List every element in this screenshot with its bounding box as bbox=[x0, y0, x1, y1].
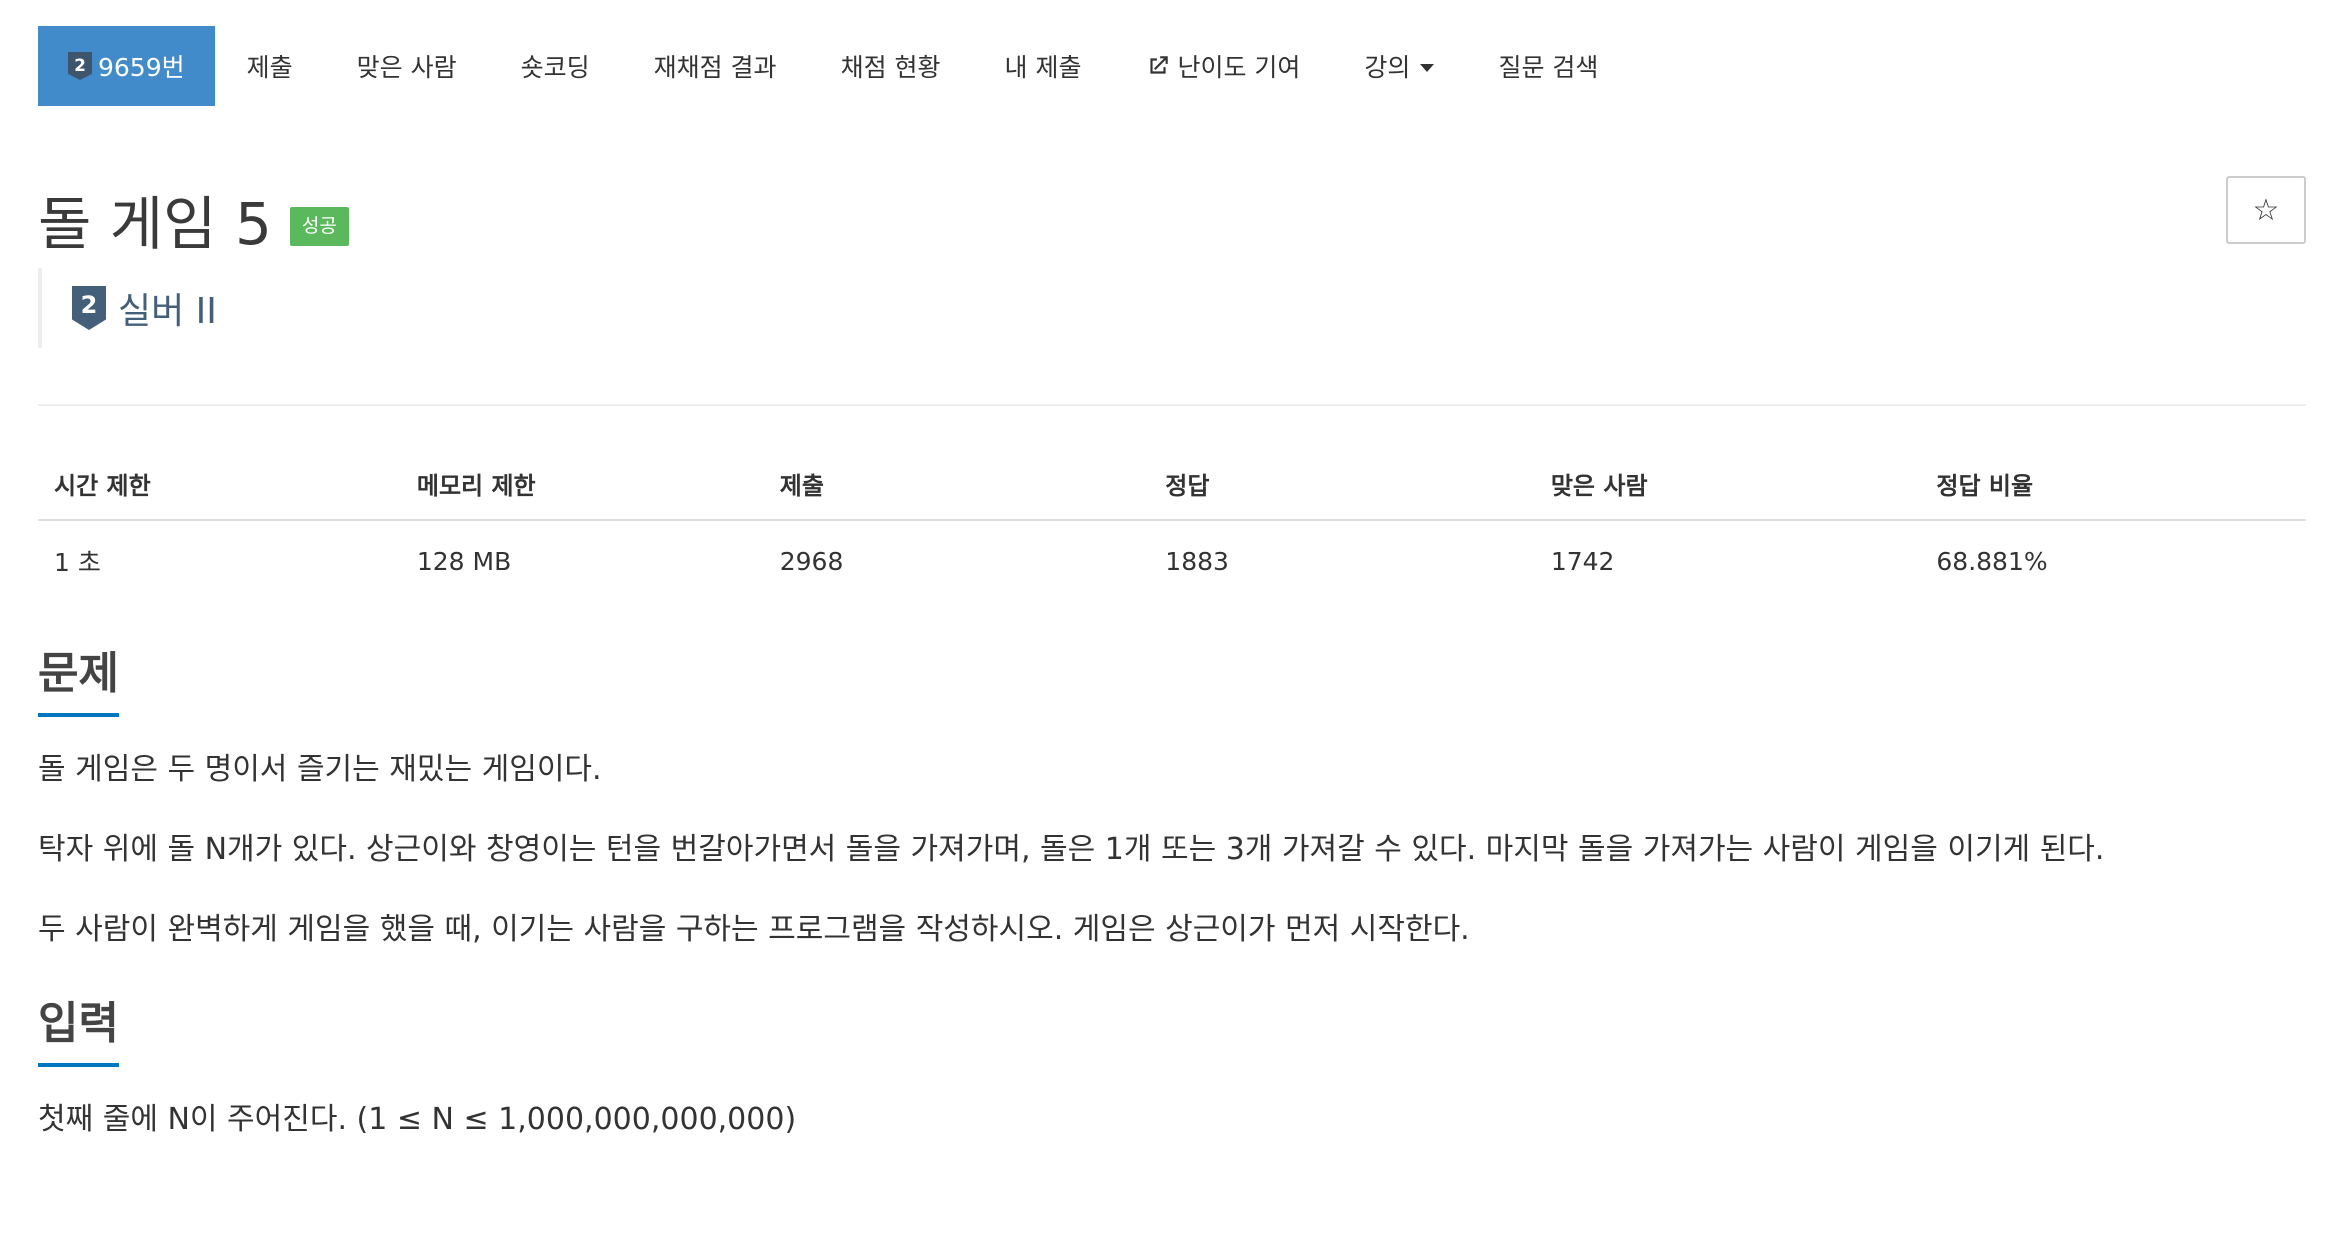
problem-title-row: 돌 게임 5 성공 ☆ bbox=[38, 176, 2306, 258]
time-limit-value: 1 초 bbox=[54, 548, 101, 577]
tab-solved-users[interactable]: 맞은 사람 bbox=[325, 26, 489, 106]
tab-judge-status[interactable]: 채점 현황 bbox=[809, 26, 973, 106]
divider bbox=[38, 404, 2306, 406]
section-header: 입력 bbox=[38, 987, 2306, 1067]
tab-question-search[interactable]: 질문 검색 bbox=[1466, 26, 1630, 106]
section-title: 입력 bbox=[38, 987, 119, 1067]
tab-lectures-dropdown[interactable]: 강의 bbox=[1332, 26, 1466, 106]
external-link-icon bbox=[1150, 56, 1169, 74]
tab-label: 제출 bbox=[246, 53, 293, 82]
table-header-row: 시간 제한 메모리 제한 제출 정답 맞은 사람 정답 비율 bbox=[38, 446, 2306, 521]
tab-difficulty-contribution[interactable]: 난이도 기여 bbox=[1113, 26, 1332, 106]
page-title: 돌 게임 5 bbox=[38, 190, 272, 258]
tab-my-submissions[interactable]: 내 제출 bbox=[973, 26, 1114, 106]
solved-users-value: 1742 bbox=[1550, 546, 1615, 576]
accept-ratio-value: 68.881% bbox=[1936, 546, 2048, 576]
tab-label: 난이도 기여 bbox=[1177, 53, 1301, 82]
tab-label: 9659번 bbox=[98, 53, 185, 82]
tier-label: 실버 II bbox=[118, 291, 217, 332]
problem-input-section: 입력 첫째 줄에 N이 주어진다. (1 ≤ N ≤ 1,000,000,000… bbox=[38, 987, 2306, 1141]
problem-description-section: 문제 돌 게임은 두 명이서 즐기는 재밌는 게임이다. 탁자 위에 돌 N개가… bbox=[38, 637, 2306, 951]
tab-label: 맞은 사람 bbox=[356, 53, 457, 82]
header-time-limit: 시간 제한 bbox=[38, 446, 401, 521]
header-accept-ratio: 정답 비율 bbox=[1920, 446, 2306, 521]
tab-label: 내 제출 bbox=[1004, 53, 1082, 82]
tier-info: 2 실버 II bbox=[38, 268, 2306, 348]
header-accepted: 정답 bbox=[1149, 446, 1535, 521]
memory-limit-value: 128 MB bbox=[416, 546, 512, 576]
description-paragraph: 탁자 위에 돌 N개가 있다. 상근이와 창영이는 턴을 번갈아가면서 돌을 가… bbox=[38, 832, 2105, 867]
header-memory-limit: 메모리 제한 bbox=[400, 446, 764, 521]
tab-label: 채점 현황 bbox=[840, 53, 941, 82]
favorite-star-button[interactable]: ☆ bbox=[2226, 176, 2306, 244]
accepted-value: 1883 bbox=[1165, 546, 1229, 576]
tab-rejudge-results[interactable]: 재채점 결과 bbox=[622, 26, 809, 106]
problem-tab-nav: 2 9659번 제출 맞은 사람 숏코딩 재채점 결과 채점 현황 내 제출 난… bbox=[38, 26, 2306, 106]
problem-info-table: 시간 제한 메모리 제한 제출 정답 맞은 사람 정답 비율 1 초 128 M… bbox=[38, 446, 2306, 601]
problem-input-body: 첫째 줄에 N이 주어진다. (1 ≤ N ≤ 1,000,000,000,00… bbox=[38, 1099, 2306, 1141]
problem-page: 2 9659번 제출 맞은 사람 숏코딩 재채점 결과 채점 현황 내 제출 난… bbox=[0, 26, 2344, 1252]
tab-label: 숏코딩 bbox=[520, 53, 590, 82]
description-paragraph: 두 사람이 완벽하게 게임을 했을 때, 이기는 사람을 구하는 프로그램을 작… bbox=[38, 912, 1470, 947]
description-paragraph: 돌 게임은 두 명이서 즐기는 재밌는 게임이다. bbox=[38, 752, 602, 787]
tier-badge-icon: 2 bbox=[72, 286, 106, 330]
caret-down-icon bbox=[1420, 64, 1435, 72]
tab-short-coding[interactable]: 숏코딩 bbox=[489, 26, 622, 106]
header-submissions: 제출 bbox=[763, 446, 1150, 521]
tab-submit[interactable]: 제출 bbox=[215, 26, 325, 106]
tab-label: 질문 검색 bbox=[1498, 53, 1599, 82]
star-icon: ☆ bbox=[2252, 193, 2280, 227]
section-header: 문제 bbox=[38, 637, 2306, 717]
tab-problem[interactable]: 2 9659번 bbox=[38, 26, 215, 106]
tier-badge-icon: 2 bbox=[68, 52, 92, 80]
problem-description-body: 돌 게임은 두 명이서 즐기는 재밌는 게임이다. 탁자 위에 돌 N개가 있다… bbox=[38, 749, 2306, 951]
submissions-value: 2968 bbox=[779, 546, 844, 576]
tab-label: 재채점 결과 bbox=[653, 53, 777, 82]
input-paragraph: 첫째 줄에 N이 주어진다. (1 ≤ N ≤ 1,000,000,000,00… bbox=[38, 1102, 797, 1137]
status-badge: 성공 bbox=[289, 206, 349, 246]
header-solved-users: 맞은 사람 bbox=[1534, 446, 1921, 521]
section-title: 문제 bbox=[38, 637, 119, 717]
table-row: 1 초 128 MB 2968 1883 1742 68.881% bbox=[38, 520, 2306, 601]
tab-label: 강의 bbox=[1364, 53, 1411, 82]
